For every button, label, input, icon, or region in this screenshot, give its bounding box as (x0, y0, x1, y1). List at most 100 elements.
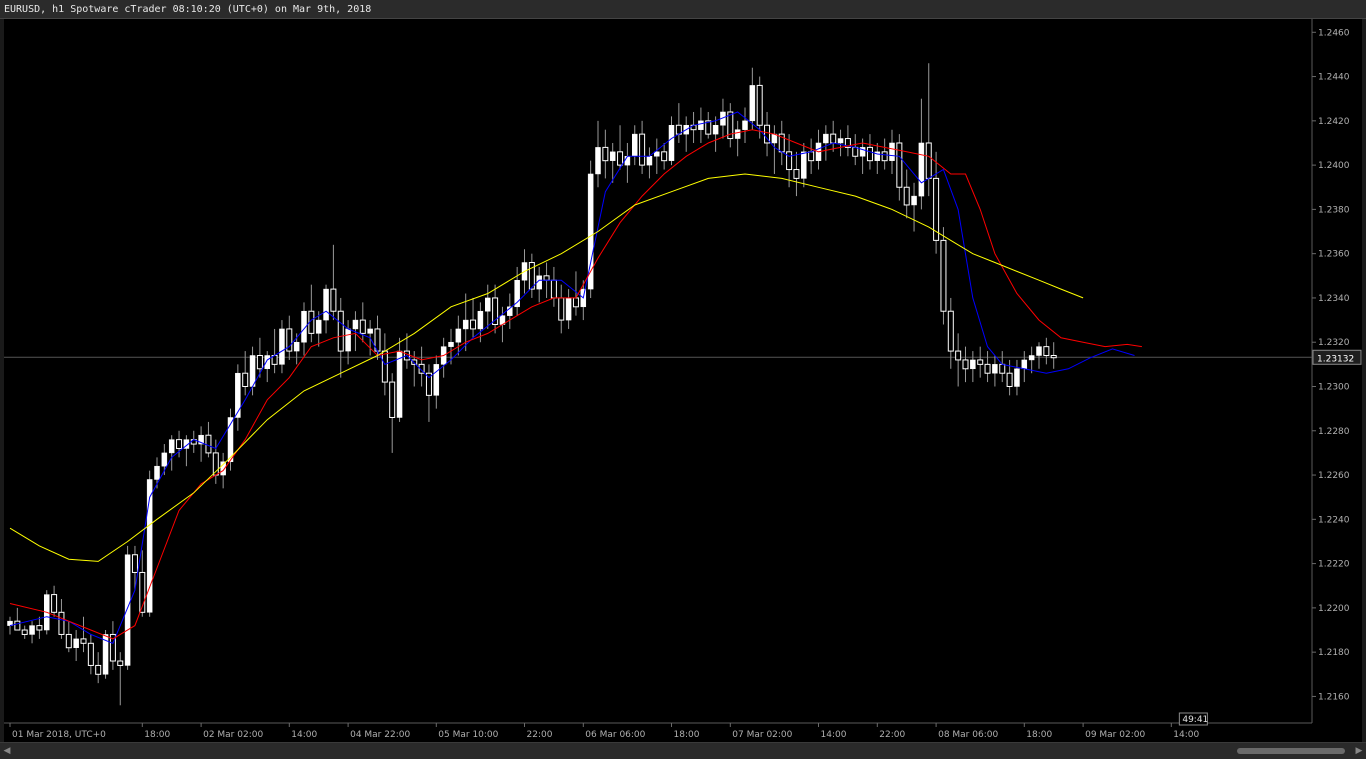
candle-body-up (992, 364, 998, 374)
candle-body-up (1021, 359, 1028, 370)
candle-body-up (609, 151, 616, 161)
slow-ma-line (9, 173, 1084, 562)
price-tick-label: 1.2340 (1318, 294, 1350, 304)
candle-body-up (367, 328, 373, 334)
candle-body-up (448, 341, 454, 347)
candle-body-up (837, 138, 844, 144)
mid-ma-line (9, 129, 1142, 640)
time-tick-label: 14:00 (1173, 730, 1199, 740)
candle-body-down (51, 594, 58, 613)
candle-body-down (65, 633, 72, 649)
candle-body-up (1036, 346, 1042, 356)
time-tick-label: 07 Mar 02:00 (732, 730, 792, 740)
candle-body-down (14, 620, 21, 631)
candle-body-up (323, 288, 329, 321)
candle-body-down (256, 355, 263, 370)
candle-body-up (970, 359, 976, 370)
candle-body-down (205, 434, 212, 454)
candle-body-down (984, 363, 991, 374)
candle-body-up (624, 156, 631, 166)
candle-body-up (235, 372, 241, 418)
candle-body-up (712, 125, 719, 135)
candle-body-down (337, 310, 344, 352)
candle-body-down (117, 660, 124, 666)
candle-body-down (381, 350, 388, 383)
scroll-right-arrow-icon[interactable]: ▶ (1354, 745, 1364, 757)
candle-body-up (455, 328, 462, 343)
price-tick-label: 1.2420 (1318, 117, 1350, 127)
candle-body-up (352, 319, 359, 330)
chart-area[interactable]: 1.2460 1.2440 1.2420 1.2400 1.2380 1.2360 1.23… (4, 19, 1362, 742)
candle-body-down (95, 664, 102, 675)
candle-body-up (73, 638, 79, 648)
price-tick-label: 1.2300 (1318, 382, 1350, 392)
candle-body-up (345, 328, 351, 352)
candle-body-down (176, 439, 183, 449)
candle-body-up (462, 319, 469, 330)
candle-body-down (572, 297, 579, 308)
candle-body-up (654, 151, 660, 157)
time-tick-label: 04 Mar 22:00 (350, 730, 410, 740)
candle-body-up (1014, 368, 1020, 387)
candle-body-down (881, 151, 888, 162)
candle-body-up (124, 554, 131, 666)
candle-body-up (477, 310, 484, 330)
current-price-label: 1.23132 (1317, 354, 1354, 364)
candle-body-down (940, 239, 947, 312)
candle-body-down (947, 310, 954, 352)
candle-body-down (756, 84, 763, 126)
moving-averages-layer (9, 111, 1142, 644)
candle-body-down (786, 151, 793, 171)
price-tick-label: 1.2460 (1318, 28, 1350, 38)
time-tick-label: 09 Mar 02:00 (1085, 730, 1145, 740)
candle-body-up (161, 452, 168, 467)
time-tick-label: 22:00 (879, 730, 905, 740)
chart-title: EURUSD, h1 Spotware cTrader 08:10:20 (UT… (0, 0, 1366, 19)
scroll-thumb[interactable] (1237, 748, 1345, 754)
candle-body-down (602, 146, 609, 162)
candle-body-down (1043, 346, 1050, 357)
candle-body-down (808, 151, 815, 162)
candle-body-down (558, 297, 565, 321)
candles-layer (7, 63, 1057, 706)
price-tick-label: 1.2200 (1318, 604, 1350, 614)
candle-body-down (639, 133, 646, 166)
scroll-left-arrow-icon[interactable]: ◀ (2, 745, 12, 757)
price-tick-label: 1.2280 (1318, 427, 1350, 437)
candle-body-up (632, 133, 638, 157)
time-tick-label: 14:00 (291, 730, 317, 740)
candle-body-down (661, 151, 668, 162)
candle-body-up (293, 341, 300, 352)
time-tick-label: 02 Mar 02:00 (203, 730, 263, 740)
time-tick-label: 18:00 (1026, 730, 1052, 740)
candle-body-down (617, 151, 624, 166)
candle-body-up (918, 142, 925, 197)
horizontal-scrollbar[interactable]: ◀ ▶ (0, 742, 1366, 759)
candle-body-down (977, 359, 984, 365)
price-tick-label: 1.2400 (1318, 161, 1350, 171)
candle-body-down (36, 625, 43, 631)
price-tick-label: 1.2360 (1318, 250, 1350, 260)
candle-body-up (646, 156, 653, 166)
candle-body-down (866, 146, 873, 162)
candle-body-up (485, 297, 491, 312)
candle-body-down (543, 275, 550, 281)
candle-body-down (955, 350, 962, 361)
chart-canvas[interactable]: 1.2460 1.2440 1.2420 1.2400 1.2380 1.2360 1.23… (4, 19, 1362, 742)
candle-body-down (1006, 372, 1013, 387)
candle-body-up (742, 120, 748, 130)
price-tick-label: 1.2220 (1318, 560, 1350, 570)
bar-countdown-timer: 49:41 (1182, 715, 1208, 725)
axis-layer (4, 19, 1316, 727)
candle-body-up (749, 85, 756, 122)
candle-body-down (999, 363, 1006, 374)
candle-body-up (249, 355, 256, 387)
candle-body-down (962, 359, 969, 370)
candle-body-up (565, 297, 572, 321)
time-tick-label: 06 Mar 06:00 (585, 730, 645, 740)
price-tick-label: 1.2440 (1318, 73, 1350, 83)
candle-body-up (154, 465, 160, 480)
time-tick-label: 18:00 (674, 730, 700, 740)
candle-body-down (852, 146, 859, 157)
candle-body-down (1050, 355, 1057, 359)
